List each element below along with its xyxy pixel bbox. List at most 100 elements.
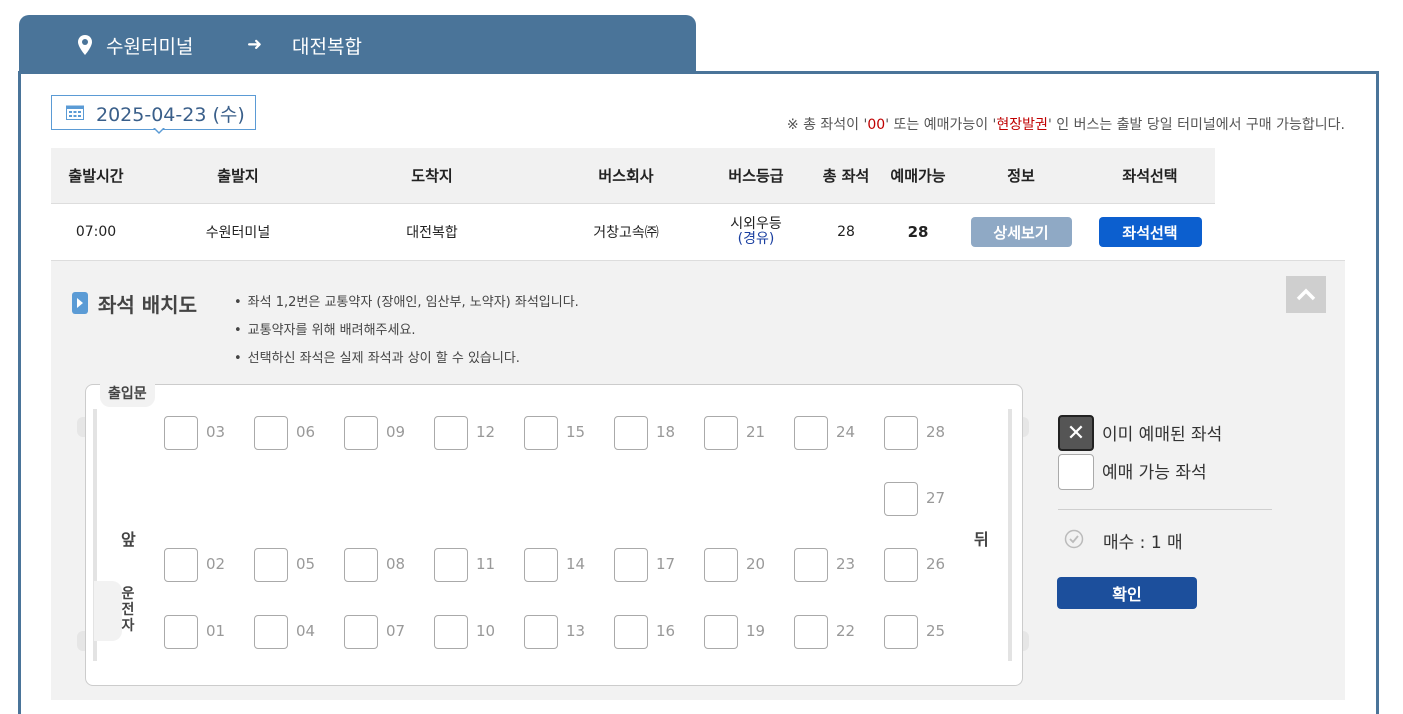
seat-22[interactable]: 22 bbox=[794, 615, 884, 649]
legend-taken-label: 이미 예매된 좌석 bbox=[1102, 425, 1223, 445]
seat-number: 12 bbox=[476, 423, 496, 441]
seat-select-button[interactable]: 좌석선택 bbox=[1098, 217, 1202, 247]
seat-27[interactable]: 27 bbox=[884, 482, 974, 516]
header-info: 정보 bbox=[1007, 167, 1035, 185]
seat-checkbox[interactable] bbox=[794, 548, 828, 582]
seat-16[interactable]: 16 bbox=[614, 615, 704, 649]
route-arrow-icon: ➜ bbox=[247, 34, 263, 55]
seat-number: 14 bbox=[566, 555, 586, 573]
seat-number: 18 bbox=[656, 423, 676, 441]
seat-checkbox[interactable] bbox=[524, 416, 558, 450]
seat-05[interactable]: 05 bbox=[254, 548, 344, 582]
seat-checkbox[interactable] bbox=[614, 416, 648, 450]
seat-number: 24 bbox=[836, 423, 856, 441]
seat-checkbox[interactable] bbox=[704, 548, 738, 582]
seat-25[interactable]: 25 bbox=[884, 615, 974, 649]
bus-layout: 출입문 앞 뒤 운전자 03 06 09 12 15 18 21 24 28 2… bbox=[85, 377, 1023, 686]
seat-18[interactable]: 18 bbox=[614, 416, 704, 450]
seat-12[interactable]: 12 bbox=[434, 416, 524, 450]
seat-checkbox[interactable] bbox=[884, 615, 918, 649]
header-origin: 출발지 bbox=[217, 167, 259, 185]
seat-number: 26 bbox=[926, 555, 946, 573]
seat-08[interactable]: 08 bbox=[344, 548, 434, 582]
seat-checkbox[interactable] bbox=[884, 416, 918, 450]
seat-checkbox[interactable] bbox=[884, 482, 918, 516]
seat-checkbox[interactable] bbox=[344, 416, 378, 450]
seat-06[interactable]: 06 bbox=[254, 416, 344, 450]
seat-number: 09 bbox=[386, 423, 406, 441]
front-label: 앞 bbox=[121, 530, 136, 549]
seat-20[interactable]: 20 bbox=[704, 548, 794, 582]
confirm-button[interactable]: 확인 bbox=[1057, 577, 1197, 609]
seat-number: 15 bbox=[566, 423, 586, 441]
seat-checkbox[interactable] bbox=[254, 615, 288, 649]
seat-02[interactable]: 02 bbox=[164, 548, 254, 582]
seat-checkbox[interactable] bbox=[164, 615, 198, 649]
seat-23[interactable]: 23 bbox=[794, 548, 884, 582]
purchase-notice: ※ 총 좌석이 '00' 또는 예매가능이 '현장발권' 인 버스는 출발 당일… bbox=[787, 114, 1345, 134]
bus-table-header: 출발시간 출발지 도착지 버스회사 버스등급 총 좌석 예매가능 정보 좌석선택 bbox=[51, 148, 1215, 204]
collapse-button[interactable] bbox=[1286, 276, 1326, 313]
seat-26[interactable]: 26 bbox=[884, 548, 974, 582]
seat-21[interactable]: 21 bbox=[704, 416, 794, 450]
grade-label: 시외우등 bbox=[730, 216, 782, 232]
seat-number: 11 bbox=[476, 555, 496, 573]
seat-04[interactable]: 04 bbox=[254, 615, 344, 649]
seat-28[interactable]: 28 bbox=[884, 416, 974, 450]
seat-07[interactable]: 07 bbox=[344, 615, 434, 649]
seat-checkbox[interactable] bbox=[164, 416, 198, 450]
seat-number: 21 bbox=[746, 423, 766, 441]
seat-checkbox[interactable] bbox=[524, 548, 558, 582]
seat-checkbox[interactable] bbox=[704, 416, 738, 450]
seat-checkbox[interactable] bbox=[164, 548, 198, 582]
row-info-cell: 상세보기 bbox=[969, 204, 1073, 260]
seat-19[interactable]: 19 bbox=[704, 615, 794, 649]
seat-number: 04 bbox=[296, 622, 316, 640]
seat-09[interactable]: 09 bbox=[344, 416, 434, 450]
row-origin: 수원터미널 bbox=[205, 225, 271, 241]
seat-03[interactable]: 03 bbox=[164, 416, 254, 450]
seat-checkbox[interactable] bbox=[434, 548, 468, 582]
seat-checkbox[interactable] bbox=[254, 548, 288, 582]
seat-10[interactable]: 10 bbox=[434, 615, 524, 649]
seat-14[interactable]: 14 bbox=[524, 548, 614, 582]
seat-number: 19 bbox=[746, 622, 766, 640]
date-selector[interactable]: 2025-04-23 (수) bbox=[51, 95, 256, 134]
seat-24[interactable]: 24 bbox=[794, 416, 884, 450]
detail-button[interactable]: 상세보기 bbox=[970, 217, 1072, 247]
seat-checkbox[interactable] bbox=[524, 615, 558, 649]
bus-table-row: 07:00 수원터미널 대전복합 거창고속㈜ 시외우등 (경유) 28 28 상… bbox=[51, 204, 1345, 261]
seat-checkbox[interactable] bbox=[434, 416, 468, 450]
seat-checkbox[interactable] bbox=[254, 416, 288, 450]
seat-number: 03 bbox=[206, 423, 226, 441]
seat-note-3: 선택하신 좌석은 실제 좌석과 상이 할 수 있습니다. bbox=[234, 345, 579, 373]
seat-checkbox[interactable] bbox=[614, 615, 648, 649]
seat-number: 13 bbox=[566, 622, 586, 640]
seat-checkbox[interactable] bbox=[434, 615, 468, 649]
seat-checkbox[interactable] bbox=[614, 548, 648, 582]
seat-checkbox[interactable] bbox=[794, 615, 828, 649]
legend-free-label: 예매 가능 좌석 bbox=[1102, 463, 1207, 483]
play-arrow-icon bbox=[72, 292, 88, 314]
notice-highlight-2: 현장발권 bbox=[996, 117, 1048, 133]
seat-number: 06 bbox=[296, 423, 316, 441]
seat-checkbox[interactable] bbox=[704, 615, 738, 649]
seat-11[interactable]: 11 bbox=[434, 548, 524, 582]
seat-checkbox[interactable] bbox=[344, 615, 378, 649]
header-departure-time: 출발시간 bbox=[68, 167, 124, 185]
check-circle-icon bbox=[1064, 529, 1084, 549]
seat-checkbox[interactable] bbox=[344, 548, 378, 582]
seat-15[interactable]: 15 bbox=[524, 416, 614, 450]
seat-number: 22 bbox=[836, 622, 856, 640]
location-pin-icon bbox=[78, 35, 92, 55]
seat-17[interactable]: 17 bbox=[614, 548, 704, 582]
seat-13[interactable]: 13 bbox=[524, 615, 614, 649]
seat-number: 01 bbox=[206, 622, 226, 640]
legend-taken-box: ✕ bbox=[1058, 415, 1094, 451]
seat-checkbox[interactable] bbox=[794, 416, 828, 450]
row-total-seats: 28 bbox=[837, 224, 855, 240]
seat-checkbox[interactable] bbox=[884, 548, 918, 582]
seat-01[interactable]: 01 bbox=[164, 615, 254, 649]
driver-area bbox=[94, 581, 122, 641]
seat-note-1: 좌석 1,2번은 교통약자 (장애인, 임산부, 노약자) 좌석입니다. bbox=[234, 289, 579, 317]
